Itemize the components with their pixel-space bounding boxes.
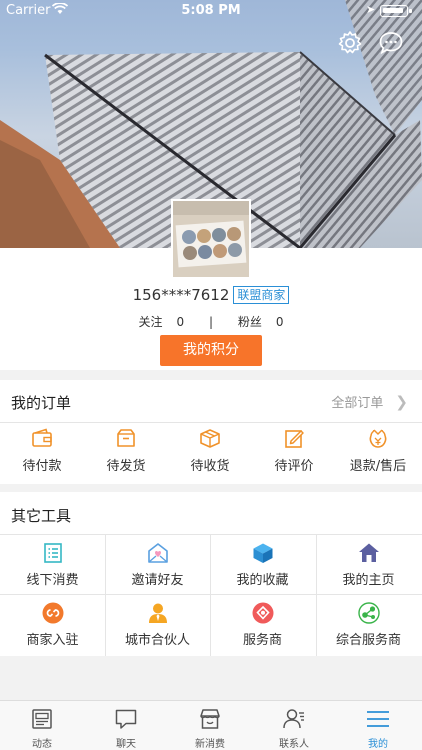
- orders-title: 我的订单: [11, 394, 72, 412]
- tool-label: 服务商: [242, 633, 282, 648]
- follow-stat[interactable]: 关注 0: [131, 315, 191, 329]
- invite-icon: [147, 543, 168, 563]
- all-orders-label: 全部订单: [331, 396, 384, 411]
- cube-icon: [253, 543, 272, 563]
- order-pending-receipt[interactable]: 待收货: [168, 427, 252, 474]
- chevron-right-icon: ❯: [395, 393, 408, 411]
- tools-section: 其它工具 线下消费 邀请好友 我的收藏 我的主页 商家入驻 城市合伙人 服务商 …: [0, 492, 422, 656]
- tool-merchant-entry[interactable]: 商家入驻: [0, 602, 105, 648]
- order-label: 待评价: [274, 459, 314, 474]
- tool-label: 邀请好友: [131, 573, 184, 588]
- order-pending-review[interactable]: 待评价: [252, 427, 336, 474]
- tab-chat[interactable]: 聊天: [84, 707, 168, 750]
- messages-button[interactable]: [378, 30, 404, 56]
- list-icon: [43, 543, 62, 563]
- tab-feed[interactable]: 动态: [0, 707, 84, 750]
- tool-label: 线下消费: [26, 573, 79, 588]
- order-pending-shipment[interactable]: 待发货: [84, 427, 168, 474]
- tab-me[interactable]: 我的: [336, 707, 420, 750]
- network-icon: [357, 602, 380, 624]
- stats-separator: |: [208, 315, 214, 329]
- order-label: 待发货: [106, 459, 146, 474]
- tool-city-partner[interactable]: 城市合伙人: [105, 602, 210, 648]
- divider: [0, 422, 422, 423]
- chat-bubble-icon: [379, 32, 403, 55]
- bottom-tab-bar: 动态 聊天 新消费 联系人 我的: [0, 700, 422, 750]
- home-icon: [358, 543, 379, 562]
- tab-contacts[interactable]: 联系人: [252, 707, 336, 750]
- divider: [0, 534, 422, 535]
- orders-section: 我的订单 全部订单 ❯ 待付款 待发货 待收货 待评价 退款/售后: [0, 380, 422, 484]
- service-icon: [252, 602, 273, 624]
- tab-label: 动态: [32, 739, 52, 750]
- order-label: 待收货: [190, 459, 230, 474]
- tab-label: 联系人: [279, 739, 309, 750]
- link-icon: [42, 602, 63, 624]
- partner-icon: [148, 603, 167, 623]
- fans-stat[interactable]: 粉丝 0: [231, 315, 291, 329]
- tool-label: 综合服务商: [335, 633, 401, 648]
- tool-invite-friends[interactable]: 邀请好友: [105, 542, 210, 588]
- news-icon: [32, 709, 52, 729]
- contacts-icon: [283, 709, 304, 729]
- follow-label: 关注: [138, 315, 163, 329]
- edit-icon: [285, 430, 304, 448]
- tab-label: 聊天: [116, 739, 136, 750]
- tool-label: 城市合伙人: [124, 633, 190, 648]
- order-label: 待付款: [22, 459, 62, 474]
- refund-icon: [369, 429, 387, 448]
- tool-label: 商家入驻: [26, 633, 79, 648]
- divider: [0, 594, 422, 595]
- tool-label: 我的收藏: [236, 573, 289, 588]
- follow-count: 0: [176, 315, 185, 329]
- tab-label: 新消费: [195, 739, 225, 750]
- tool-my-homepage[interactable]: 我的主页: [316, 542, 421, 588]
- location-arrow-icon: ➤: [366, 3, 376, 16]
- follow-stats: 关注 0 | 粉丝 0: [0, 313, 422, 330]
- merchant-badge: 联盟商家: [233, 286, 290, 304]
- chat-icon: [115, 709, 137, 729]
- status-bar: Carrier 5:08 PM ➤: [0, 0, 422, 22]
- avatar-photo: [173, 201, 249, 277]
- user-phone-row: 156****7612 联盟商家: [0, 286, 422, 304]
- fans-count: 0: [275, 315, 284, 329]
- package-icon: [117, 429, 135, 447]
- wallet-icon: [32, 428, 52, 447]
- fans-label: 粉丝: [237, 315, 262, 329]
- battery-icon: [380, 5, 412, 17]
- gear-icon: [338, 31, 362, 54]
- order-refund[interactable]: 退款/售后: [336, 427, 420, 474]
- order-pending-payment[interactable]: 待付款: [0, 427, 84, 474]
- tab-label: 我的: [368, 739, 388, 750]
- my-points-button[interactable]: 我的积分: [160, 335, 262, 366]
- settings-button[interactable]: [337, 30, 363, 56]
- shop-icon: [200, 709, 220, 729]
- tool-integrated-service-provider[interactable]: 综合服务商: [316, 602, 421, 648]
- avatar[interactable]: [171, 199, 251, 279]
- box-icon: [200, 429, 220, 448]
- tool-my-favorites[interactable]: 我的收藏: [210, 542, 315, 588]
- order-label: 退款/售后: [349, 459, 407, 474]
- tools-title: 其它工具: [11, 507, 72, 525]
- tool-label: 我的主页: [342, 573, 395, 588]
- user-phone: 156****7612: [132, 286, 230, 304]
- menu-icon: [367, 711, 389, 727]
- tool-service-provider[interactable]: 服务商: [210, 602, 315, 648]
- tool-offline-spending[interactable]: 线下消费: [0, 542, 105, 588]
- tab-new-consumption[interactable]: 新消费: [168, 707, 252, 750]
- clock: 5:08 PM: [181, 3, 241, 18]
- all-orders-link[interactable]: 全部订单 ❯: [331, 392, 408, 411]
